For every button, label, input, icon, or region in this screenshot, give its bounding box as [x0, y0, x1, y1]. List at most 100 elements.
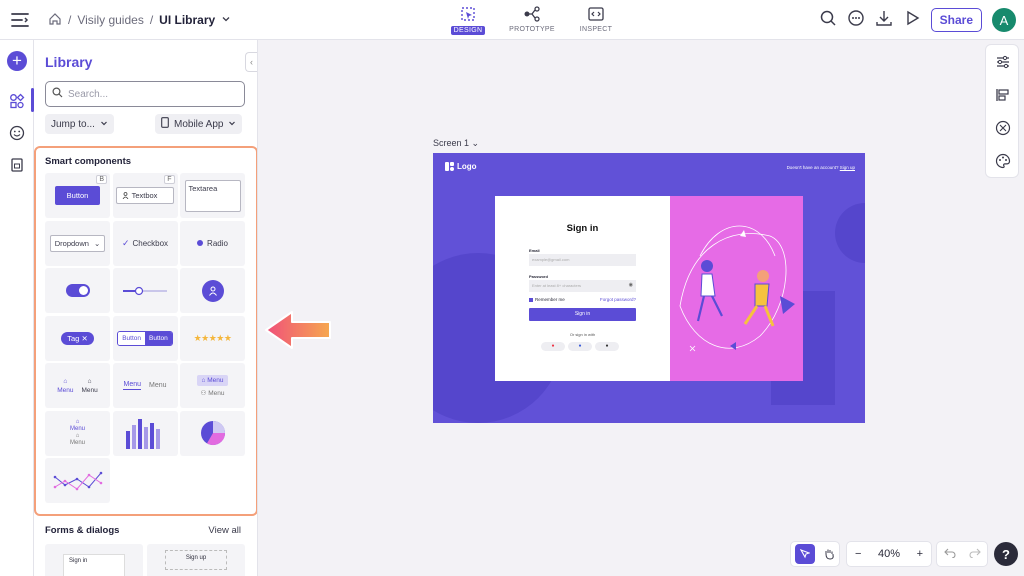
undo-icon[interactable] [943, 545, 956, 563]
view-all-link[interactable]: View all [208, 525, 241, 536]
pointer-arrow-icon [265, 311, 331, 349]
google-icon[interactable]: ● [541, 342, 565, 351]
download-icon[interactable] [875, 9, 893, 32]
tab-design[interactable]: DESIGN [440, 4, 496, 35]
signin-button[interactable]: Sign in [529, 308, 636, 321]
sliders-icon[interactable] [994, 53, 1012, 71]
design-icon [457, 4, 479, 24]
breadcrumb-separator: / [68, 13, 72, 27]
signup-link[interactable]: Sign up [840, 165, 855, 170]
bar-chart-icon [126, 419, 160, 449]
frame-logo: Logo [445, 162, 477, 171]
component-line-chart[interactable] [45, 458, 110, 503]
collapse-panel-button[interactable]: ‹ [245, 52, 257, 72]
component-dropdown[interactable]: Dropdown ⌄ [45, 220, 110, 266]
help-button[interactable]: ? [994, 542, 1018, 566]
screen-label[interactable]: Screen 1 ⌄ [433, 138, 479, 149]
component-checkbox[interactable]: ✓ Checkbox [112, 220, 178, 266]
share-button[interactable]: Share [930, 8, 982, 32]
tab-inspect[interactable]: INSPECT [568, 4, 624, 35]
component-pie-chart[interactable] [180, 410, 245, 456]
user-icon: ⚇ [200, 389, 207, 397]
avatar[interactable]: A [992, 8, 1016, 32]
play-icon[interactable] [903, 9, 921, 32]
component-settings-icon[interactable] [994, 119, 1012, 137]
menu-item-active: ⌂ Menu [197, 374, 228, 386]
eye-icon[interactable]: ◉ [629, 282, 633, 288]
home-icon: ⌂ [201, 376, 206, 384]
chevron-down-icon[interactable] [221, 13, 231, 27]
breadcrumb-file[interactable]: UI Library [159, 13, 215, 27]
component-toggle[interactable] [45, 268, 110, 313]
redo-icon[interactable] [969, 545, 981, 563]
tag-preview: Tag ✕ [61, 331, 94, 345]
forms-preview-signin[interactable]: Sign in [45, 544, 143, 576]
jump-to-dropdown[interactable]: Jump to... [45, 114, 114, 134]
forms-preview-signup[interactable]: Sign up [147, 544, 245, 576]
textbox-label: Textbox [131, 191, 158, 200]
tab-inactive: Menu [149, 382, 167, 389]
zoom-level[interactable]: 40% [878, 548, 900, 560]
component-nav-icons[interactable]: ⌂ Menu ⌂ Menu [45, 363, 110, 408]
pages-icon[interactable] [8, 156, 26, 174]
slider-preview [123, 286, 167, 295]
radio-dot [197, 240, 204, 246]
align-icon[interactable] [994, 86, 1012, 104]
section-title-forms: Forms & dialogs [45, 525, 120, 536]
forms-preview-label: Sign up [165, 550, 227, 570]
email-field[interactable]: example@gmail.com [529, 254, 636, 266]
right-dock [985, 44, 1019, 178]
zoom-out-button[interactable]: − [855, 548, 861, 560]
components-icon[interactable] [8, 92, 26, 110]
radio-label: Radio [207, 238, 228, 248]
search-icon[interactable] [819, 9, 837, 32]
menu-label: Menu [207, 376, 224, 384]
component-rating[interactable]: ★★★★★ [180, 315, 245, 361]
search-placeholder: Search... [68, 88, 109, 100]
component-button[interactable]: B Button [45, 173, 110, 218]
component-bar-chart[interactable] [112, 410, 178, 456]
apple-icon[interactable]: ● [595, 342, 619, 351]
logo-icon [445, 162, 454, 171]
component-vertical-menu[interactable]: ⌂ Menu ⚇ Menu [180, 363, 245, 408]
hand-tool-icon[interactable] [819, 544, 839, 564]
component-avatar[interactable] [180, 268, 245, 313]
component-textbox[interactable]: F Textbox [112, 173, 178, 218]
home-icon: ⌂ [63, 377, 68, 385]
forgot-password-link[interactable]: Forgot password? [600, 297, 636, 302]
nav-item: ⌂ Menu [82, 377, 98, 395]
palette-icon[interactable] [994, 152, 1012, 170]
component-segmented[interactable]: Button Button [112, 315, 178, 361]
emoji-icon[interactable] [8, 124, 26, 142]
screen-frame[interactable]: Logo Doesn't have an account? Sign up Si… [433, 153, 865, 423]
dropdown-preview: Dropdown ⌄ [49, 234, 106, 252]
device-dropdown[interactable]: Mobile App [155, 114, 243, 134]
line-chart-icon [53, 471, 102, 490]
component-textarea[interactable]: Textarea [180, 173, 245, 218]
component-tabs[interactable]: Menu Menu [112, 363, 178, 408]
zoom-in-button[interactable]: + [917, 548, 923, 560]
add-button[interactable]: + [7, 51, 27, 71]
bg-circle [835, 203, 865, 263]
tool-group [790, 541, 840, 567]
menu-icon[interactable] [10, 10, 30, 30]
comment-icon[interactable] [847, 9, 865, 32]
component-slider[interactable] [112, 268, 178, 313]
facebook-icon[interactable]: ● [568, 342, 592, 351]
remember-checkbox[interactable]: Remember me [529, 297, 565, 302]
breadcrumb-separator: / [149, 13, 154, 27]
password-field[interactable]: Enter at least 8+ characters ◉ [529, 280, 636, 292]
component-vertical-nav[interactable]: ⌂ Menu ⌂ Menu [45, 410, 110, 456]
select-tool-icon[interactable] [795, 544, 815, 564]
jump-to-label: Jump to... [51, 118, 95, 130]
zoom-control: − 40% + [846, 541, 932, 567]
home-icon[interactable] [48, 12, 62, 29]
search-input[interactable]: Search... [45, 81, 245, 107]
component-radio[interactable]: Radio [180, 220, 245, 266]
history-group [936, 541, 988, 567]
tab-prototype[interactable]: PROTOTYPE [504, 4, 560, 35]
panel-title: Library [45, 54, 93, 70]
breadcrumb-project[interactable]: Visily guides [77, 13, 143, 27]
component-tag[interactable]: Tag ✕ [45, 315, 110, 361]
search-icon [52, 87, 63, 101]
